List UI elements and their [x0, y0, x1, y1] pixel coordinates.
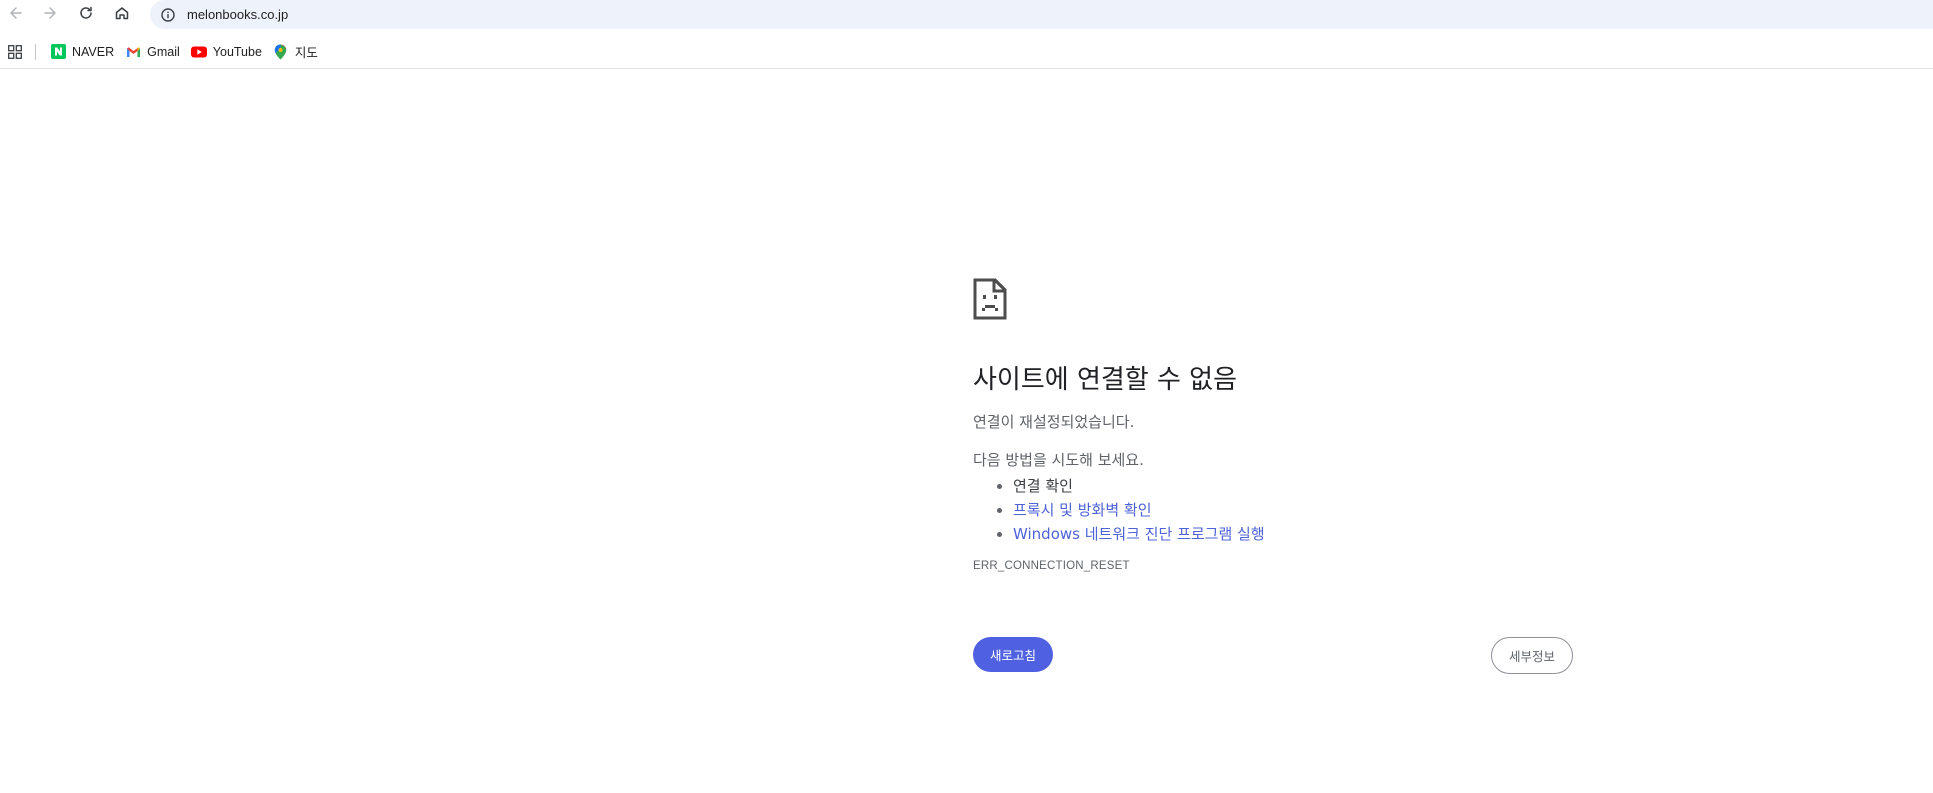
details-button[interactable]: 세부정보 [1491, 637, 1573, 674]
error-content: 사이트에 연결할 수 없음 연결이 재설정되었습니다. 다음 방법을 시도해 보… [973, 278, 1573, 572]
try-heading: 다음 방법을 시도해 보세요. [973, 451, 1144, 469]
error-code: ERR_CONNECTION_RESET [973, 560, 1130, 572]
error-subtitle: 연결이 재설정되었습니다. [973, 413, 1135, 431]
apps-grid-icon [8, 44, 22, 59]
sad-page-icon [973, 278, 1007, 320]
info-icon [161, 7, 175, 22]
bookmark-label: NAVER [72, 44, 115, 59]
address-bar[interactable]: melonbooks.co.jp [150, 0, 1933, 29]
error-title: 사이트에 연결할 수 없음 [973, 365, 1237, 395]
back-arrow-icon [10, 7, 22, 19]
reload-button[interactable]: 새로고침 [973, 637, 1053, 672]
home-button[interactable] [108, 0, 136, 26]
site-info-button[interactable] [154, 3, 182, 27]
home-icon [115, 7, 129, 20]
reload-icon [80, 6, 92, 19]
suggestion-check-connection: 연결 확인 [1013, 477, 1073, 495]
bookmark-maps[interactable]: 지도 [269, 39, 325, 65]
apps-button[interactable] [1, 38, 29, 66]
bookmark-label: YouTube [212, 44, 262, 59]
bookmark-label: 지도 [294, 46, 318, 60]
bookmark-naver[interactable]: NAVER [46, 39, 121, 65]
gmail-icon [125, 44, 141, 60]
bookmark-label: Gmail [147, 44, 180, 59]
bookmark-youtube[interactable]: YouTube [187, 39, 269, 65]
suggestion-item: 연결 확인 [1013, 474, 1573, 498]
naver-icon [50, 44, 66, 60]
url-text[interactable]: melonbooks.co.jp [187, 7, 288, 22]
suggestion-list: 연결 확인 프록시 및 방화벽 확인 Windows 네트워크 진단 프로그램 … [973, 474, 1573, 546]
bookmark-gmail[interactable]: Gmail [121, 39, 187, 65]
suggestion-item: 프록시 및 방화벽 확인 [1013, 498, 1573, 522]
suggestion-check-proxy-link[interactable]: 프록시 및 방화벽 확인 [1013, 501, 1152, 519]
maps-icon [273, 44, 289, 60]
suggestion-item: Windows 네트워크 진단 프로그램 실행 [1013, 522, 1573, 546]
forward-button[interactable] [36, 0, 64, 26]
bookmarks-separator [35, 43, 36, 60]
youtube-icon [190, 44, 207, 60]
reload-page-button[interactable] [72, 0, 100, 26]
forward-arrow-icon [44, 7, 56, 19]
suggestion-network-diagnostics-link[interactable]: Windows 네트워크 진단 프로그램 실행 [1013, 525, 1265, 543]
browser-toolbar: melonbooks.co.jp [0, 0, 1933, 29]
back-button[interactable] [2, 0, 30, 26]
bookmarks-bar: NAVER Gmail YouTube 지도 [0, 35, 1933, 69]
